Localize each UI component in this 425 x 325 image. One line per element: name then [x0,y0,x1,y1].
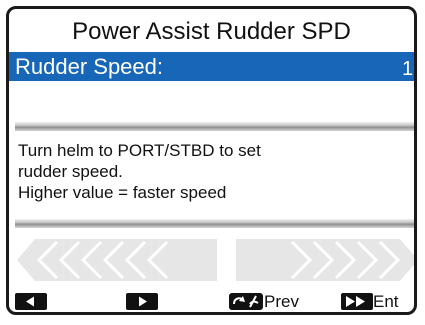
left-arrow-button[interactable] [15,293,47,310]
softkey-bar: Prev Ent [9,291,414,312]
cancel-return-icon[interactable] [229,292,263,311]
help-line: Higher value = faster speed [18,183,227,202]
double-right-arrow-icon[interactable] [341,293,373,310]
ent-label[interactable]: Ent [373,291,399,312]
setting-value: 10 [402,58,414,80]
rudder-speed-setting[interactable]: Rudder Speed: 10 [9,52,414,81]
port-chevrons-icon [17,239,217,281]
divider-bottom [15,219,414,228]
left-arrow-icon [26,296,34,307]
page-title: Power Assist Rudder SPD [72,18,351,45]
help-text: Turn helm to PORT/STBD to set rudder spe… [18,140,408,203]
setting-label: Rudder Speed: [15,54,163,79]
help-line: rudder speed. [18,162,123,181]
display-screen: Power Assist Rudder SPD Rudder Speed: 10… [6,6,417,315]
prev-label[interactable]: Prev [264,291,299,312]
divider-top [15,122,414,131]
help-line: Turn helm to PORT/STBD to set [18,141,261,160]
right-arrow-icon [139,296,147,307]
right-arrow-button[interactable] [126,293,158,310]
stbd-chevrons-icon [236,239,414,281]
